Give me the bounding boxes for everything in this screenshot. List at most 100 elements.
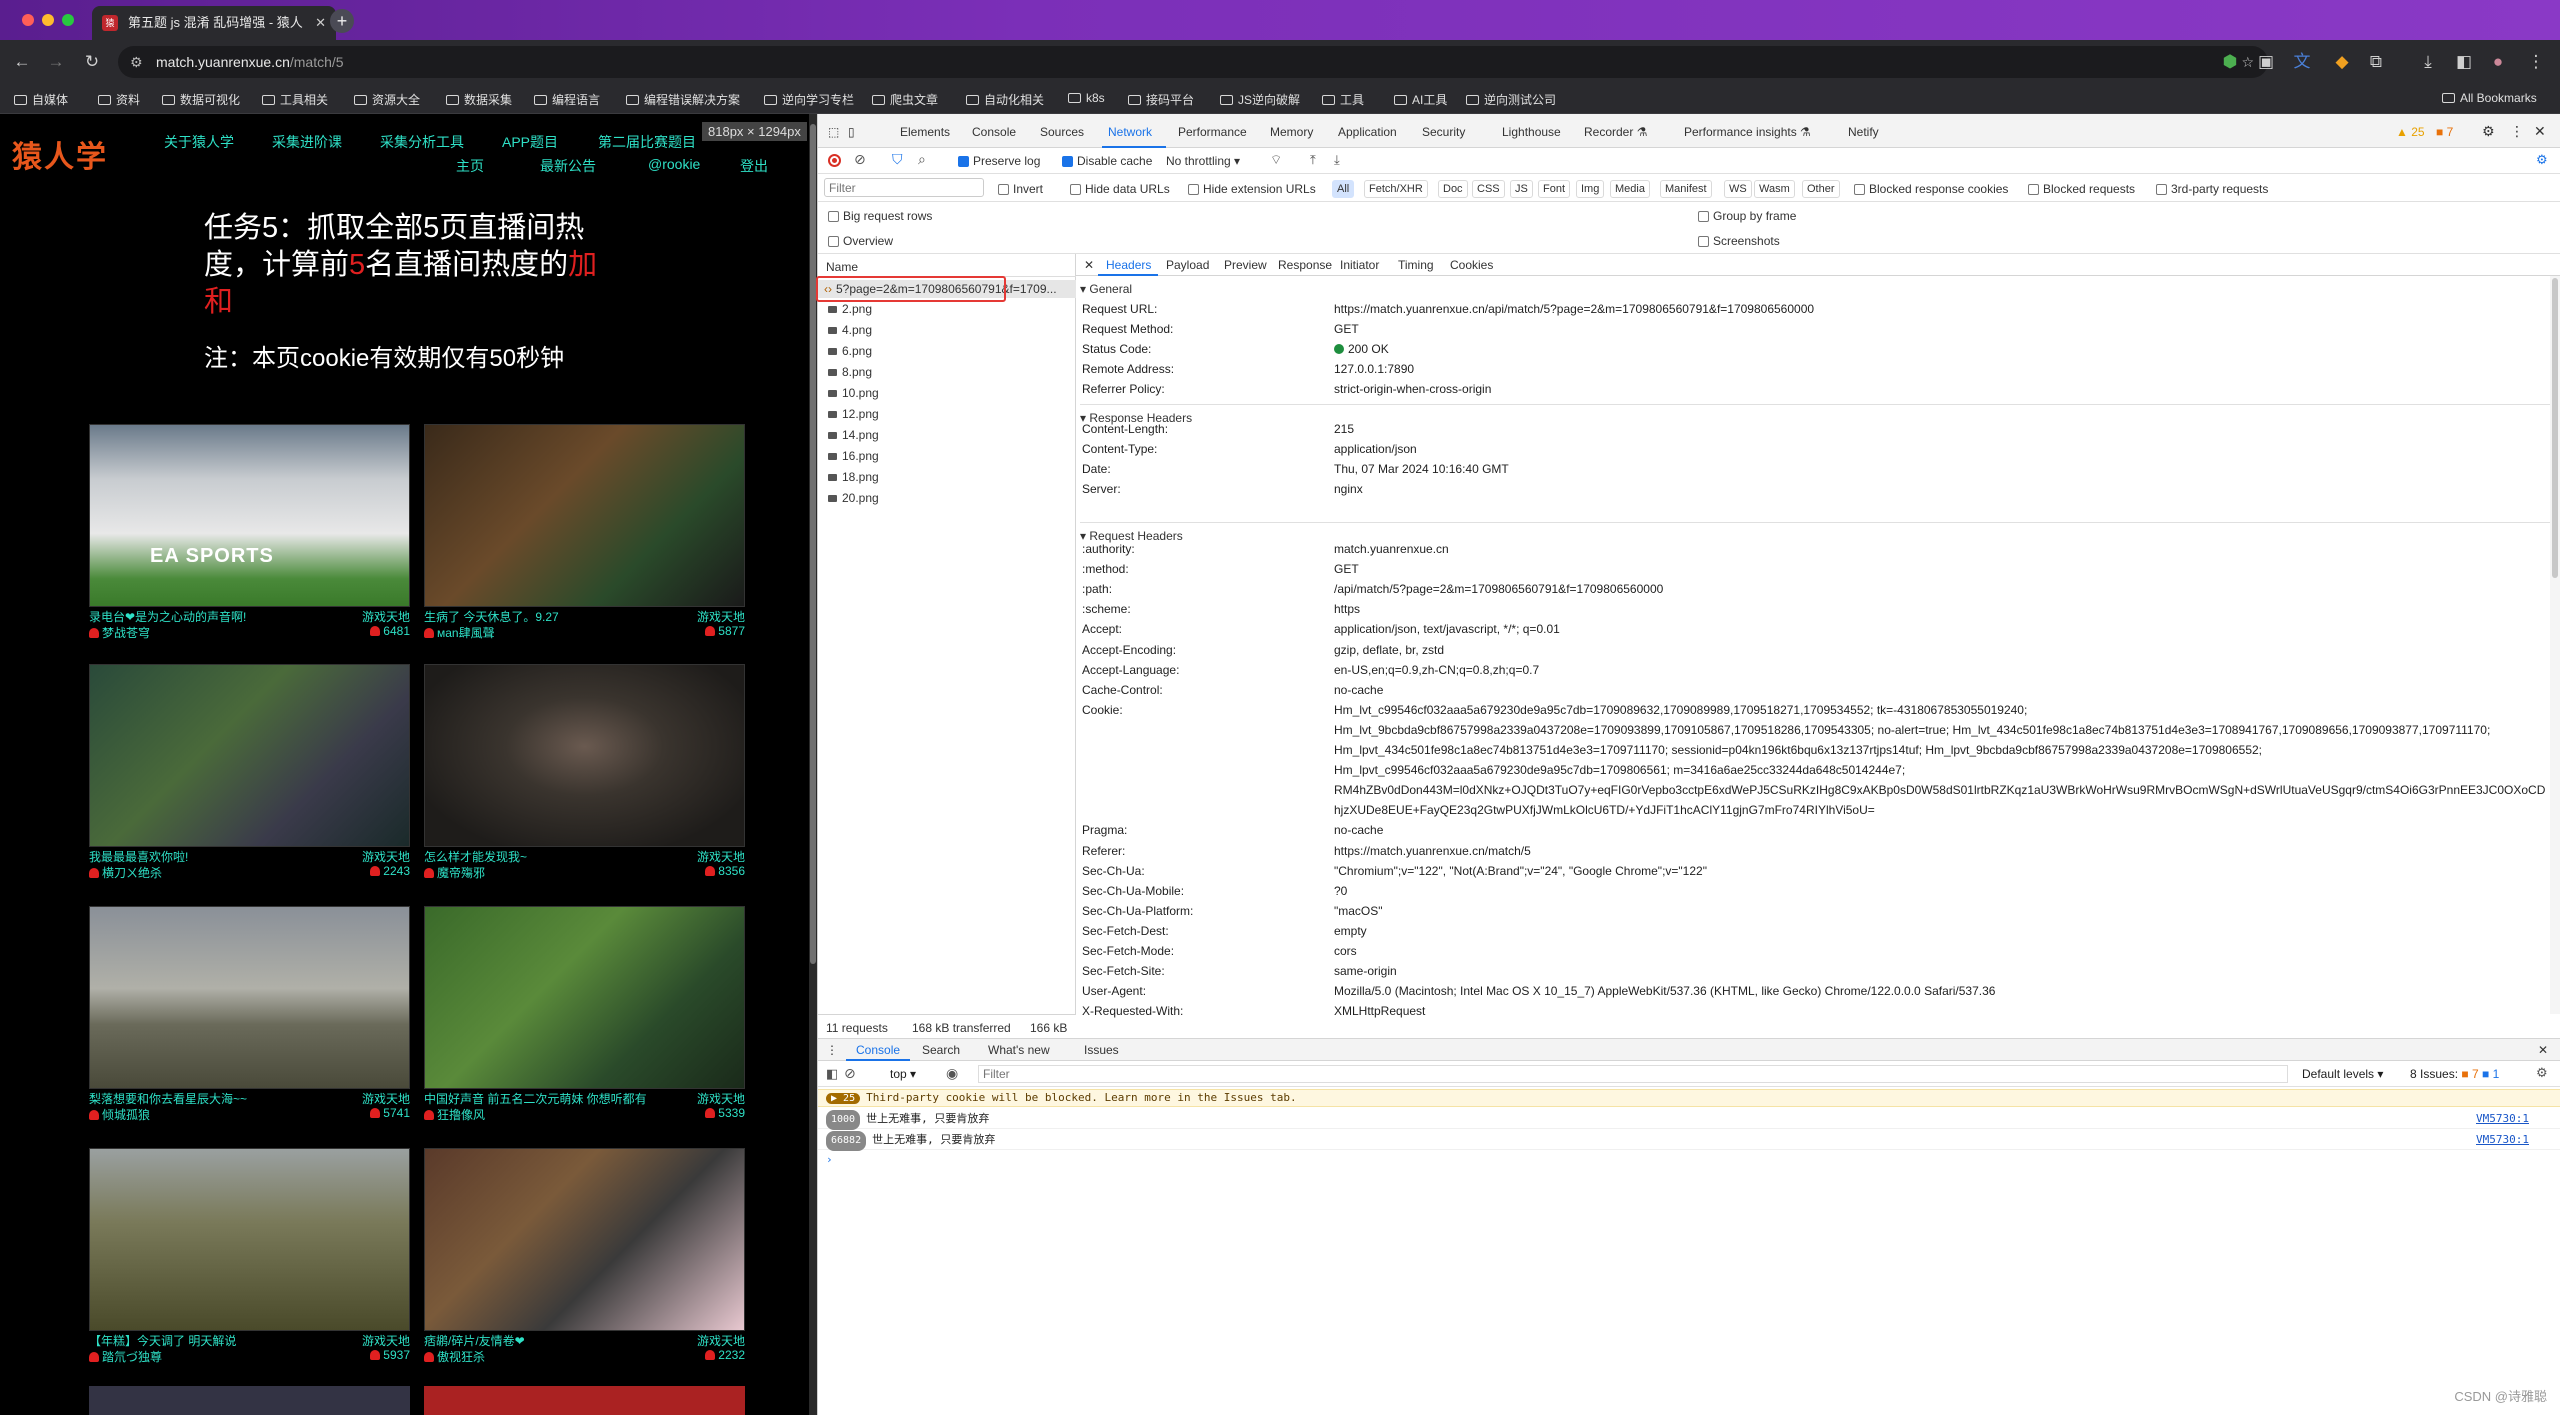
section-request-headers[interactable]: ▾ Request Headers (1080, 522, 2550, 543)
close-drawer-icon[interactable]: ✕ (2538, 1043, 2548, 1057)
request-row[interactable]: 20.png (828, 491, 879, 505)
console-filter-input[interactable] (978, 1065, 2288, 1083)
throttling-select[interactable]: No throttling ▾ (1166, 154, 1240, 168)
tab-payload[interactable]: Payload (1166, 258, 1209, 272)
blocked-response-cookies-checkbox[interactable]: Blocked response cookies (1854, 182, 2008, 196)
forward-icon[interactable]: → (44, 50, 68, 74)
chip-font[interactable]: Font (1538, 180, 1571, 198)
request-row[interactable]: 4.png (828, 323, 872, 337)
request-row[interactable]: 2.png (828, 302, 872, 316)
bookmark-item[interactable]: 自动化相关 (966, 91, 1044, 108)
close-detail-icon[interactable]: ✕ (1084, 258, 1094, 272)
issues-counter[interactable]: 8 Issues: ■ 7 ■ 1 (2410, 1067, 2499, 1081)
bookmark-item[interactable]: 资料 (98, 91, 140, 108)
close-window-button[interactable] (22, 14, 34, 26)
drawer-tab-search[interactable]: Search (922, 1043, 960, 1057)
tab-performance[interactable]: Performance (1178, 125, 1247, 139)
bookmark-item[interactable]: 资源大全 (354, 91, 420, 108)
nav-link[interactable]: 第二届比赛题目 (598, 132, 696, 152)
blocked-requests-checkbox[interactable]: Blocked requests (2028, 182, 2135, 196)
bookmark-item[interactable]: 爬虫文章 (872, 91, 938, 108)
tab-elements[interactable]: Elements (900, 125, 950, 139)
live-card[interactable]: 我最最最喜欢你啦! 游戏天地 横刀ㄨ绝杀 2243 (89, 664, 410, 899)
bookmark-item[interactable]: 数据可视化 (162, 91, 240, 108)
tab-application[interactable]: Application (1338, 125, 1397, 139)
tab-sources[interactable]: Sources (1040, 125, 1084, 139)
live-card[interactable]: 中国好声音 前五名二次元萌妹 你想听都有 游戏天地 狂撸像风 5339 (424, 906, 745, 1141)
tab-recorder[interactable]: Recorder ⚗ (1584, 125, 1647, 139)
bookmark-item[interactable]: 编程语言 (534, 91, 600, 108)
group-by-frame-checkbox[interactable]: Group by frame (1698, 209, 1796, 223)
live-card[interactable]: EA SPORTS 录电台❤是为之心动的声音啊! 游戏天地 梦战苍穹 6481 (89, 424, 410, 659)
network-conditions-icon[interactable]: ⌔ (1270, 152, 1282, 168)
chip-js[interactable]: JS (1510, 180, 1533, 198)
tab-security[interactable]: Security (1422, 125, 1465, 139)
tab-performance-insights[interactable]: Performance insights ⚗ (1684, 125, 1811, 139)
nav-link[interactable]: 关于猿人学 (164, 132, 234, 152)
tab-lighthouse[interactable]: Lighthouse (1502, 125, 1561, 139)
extension-translate-icon[interactable]: 文 (2290, 50, 2314, 74)
live-card[interactable]: 痞鹕/碎片/友情卷❤ 游戏天地 傲视狂杀 2232 (424, 1148, 745, 1383)
bookmark-item[interactable]: 数据采集 (446, 91, 512, 108)
request-row[interactable]: 6.png (828, 344, 872, 358)
chip-fetch-xhr[interactable]: Fetch/XHR (1364, 180, 1428, 198)
tab-cookies[interactable]: Cookies (1450, 258, 1493, 272)
device-toggle-icon[interactable]: ▯ (848, 125, 855, 139)
new-tab-button[interactable]: + (330, 9, 354, 33)
tab-timing[interactable]: Timing (1398, 258, 1434, 272)
extension-shield-icon[interactable]: ⬢ (2218, 50, 2242, 74)
name-column-header[interactable]: Name (826, 260, 858, 274)
search-icon[interactable]: ⌕ (918, 151, 926, 168)
console-settings-icon[interactable]: ⚙ (2536, 1065, 2548, 1081)
bookmark-item[interactable]: 工具相关 (262, 91, 328, 108)
site-logo[interactable]: 猿人学 (12, 132, 108, 176)
chip-css[interactable]: CSS (1472, 180, 1505, 198)
nav-link[interactable]: APP题目 (502, 132, 558, 152)
bookmark-item[interactable]: AI工具 (1394, 91, 1447, 108)
nav-link[interactable]: 采集分析工具 (380, 132, 464, 152)
tab-console[interactable]: Console (972, 125, 1016, 139)
tab-response[interactable]: Response (1278, 258, 1332, 272)
bookmark-item[interactable]: 编程错误解决方案 (626, 91, 740, 108)
import-har-icon[interactable]: ⤒ (1310, 152, 1316, 168)
request-row[interactable]: 14.png (828, 428, 879, 442)
extension-camera-icon[interactable]: ▣ (2254, 50, 2278, 74)
nav-link[interactable]: 采集进阶课 (272, 132, 342, 152)
request-row[interactable]: 18.png (828, 470, 879, 484)
extension-badge-icon[interactable]: ◆ (2330, 50, 2354, 74)
request-row[interactable]: 16.png (828, 449, 879, 463)
clear-icon[interactable]: ⊘ (854, 151, 866, 168)
nav-link[interactable]: 最新公告 (540, 156, 596, 176)
source-link[interactable]: VM5730:1 (2476, 1130, 2529, 1150)
back-icon[interactable]: ← (10, 50, 34, 74)
sidebar-toggle-icon[interactable]: ◧ (826, 1066, 838, 1082)
section-general[interactable]: ▾ General (1080, 282, 1132, 296)
minimize-window-button[interactable] (42, 14, 54, 26)
extensions-puzzle-icon[interactable]: ⧉ (2364, 50, 2388, 74)
console-log-row[interactable]: 66882 世上无难事, 只要肯放弃 VM5730:1 (818, 1130, 2560, 1151)
profile-avatar[interactable]: ● (2486, 50, 2510, 74)
download-icon[interactable]: ⤓ (2416, 50, 2440, 74)
chip-other[interactable]: Other (1802, 180, 1840, 198)
address-bar[interactable]: ⚙ match.yuanrenxue.cn/match/5 ☆ (118, 46, 2268, 78)
site-info-icon[interactable]: ⚙ (130, 46, 143, 78)
filter-input[interactable] (824, 178, 984, 197)
chip-img[interactable]: Img (1576, 180, 1605, 198)
tab-preview[interactable]: Preview (1224, 258, 1267, 272)
record-icon[interactable] (828, 154, 841, 167)
error-counter[interactable]: ■ 7 (2436, 125, 2453, 139)
drawer-tab-whats-new[interactable]: What's new (988, 1043, 1050, 1057)
nav-link[interactable]: 主页 (456, 156, 484, 176)
third-party-requests-checkbox[interactable]: 3rd-party requests (2156, 182, 2268, 196)
all-bookmarks[interactable]: All Bookmarks (2442, 91, 2537, 105)
reload-icon[interactable]: ↻ (80, 50, 104, 74)
warning-counter[interactable]: ▲ 25 (2396, 125, 2425, 139)
invert-checkbox[interactable]: Invert (998, 182, 1043, 196)
bookmark-item[interactable]: 自媒体 (14, 91, 68, 108)
bookmark-item[interactable]: 工具 (1322, 91, 1364, 108)
source-link[interactable]: VM5730:1 (2476, 1109, 2529, 1129)
live-card[interactable]: 生病了 今天休息了。9.27 游戏天地 мan肆風聲 5877 (424, 424, 745, 659)
tab-initiator[interactable]: Initiator (1340, 258, 1379, 272)
stream-thumbnail[interactable] (89, 1386, 410, 1415)
export-har-icon[interactable]: ⤓ (1334, 152, 1340, 168)
